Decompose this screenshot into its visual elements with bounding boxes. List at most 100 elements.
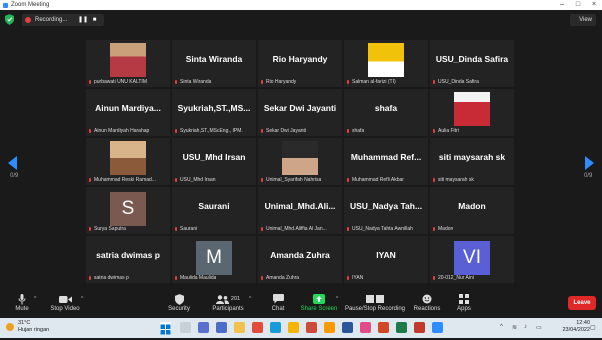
leave-button[interactable]: Leave xyxy=(568,296,596,310)
muted-microphone-icon xyxy=(432,226,436,232)
audio-options-chevron-icon[interactable]: ^ xyxy=(34,296,36,302)
participant-tile[interactable]: Unimal_Mhd.Ali... Unimal_Mhd.Aliffia Al J… xyxy=(258,187,342,234)
share-options-chevron-icon[interactable]: ^ xyxy=(336,296,338,302)
participant-tile[interactable]: Saurani Saurani xyxy=(172,187,256,234)
weather-widget[interactable]: 31°C Hujan ringan xyxy=(6,320,49,334)
file-explorer-icon[interactable] xyxy=(234,322,245,333)
participant-tile[interactable]: Sinta Wiranda Sinta Wiranda xyxy=(172,40,256,87)
participant-name-label: Surya Saputra xyxy=(88,226,126,232)
participant-tile[interactable]: VI 20-012_Nur Aini xyxy=(430,236,514,283)
participant-tile[interactable]: Salman al-farizi (TI) xyxy=(344,40,428,87)
share-screen-button[interactable]: Share Screen xyxy=(297,292,341,316)
participant-name-text: IYAN xyxy=(352,275,364,281)
recording-indicator: Recording... ❚❚ ■ xyxy=(22,14,104,26)
chat-bubble-icon xyxy=(272,294,284,304)
previous-page-arrow-icon[interactable] xyxy=(8,156,18,170)
apps-button[interactable]: Apps xyxy=(442,292,486,316)
participant-tile[interactable]: M Maulida Maulida xyxy=(172,236,256,283)
pause-stop-recording-button[interactable]: Pause/Stop Recording xyxy=(340,292,410,316)
minimize-icon[interactable]: – xyxy=(554,0,570,10)
participant-name-label: Sinta Wiranda xyxy=(174,79,211,85)
mute-button[interactable]: Mute xyxy=(0,292,44,316)
participant-tile[interactable]: Muhammad Reski Ramad... xyxy=(86,138,170,185)
participant-name-text: Sinta Wiranda xyxy=(180,79,212,85)
apps-label: Apps xyxy=(457,306,471,312)
participant-tile[interactable]: Muhammad Ref... Muhammad Refli Akbar xyxy=(344,138,428,185)
stop-video-label: Stop Video xyxy=(50,306,80,312)
close-icon[interactable]: × xyxy=(586,0,602,10)
muted-microphone-icon xyxy=(88,275,92,281)
participant-display-name: satria dwimas p xyxy=(96,250,160,260)
teams-chat-icon[interactable] xyxy=(216,322,227,333)
excel-icon[interactable] xyxy=(396,322,407,333)
participant-name-label: Maulida Maulida xyxy=(174,275,216,281)
zoom-logo-icon xyxy=(3,2,8,8)
participant-tile[interactable]: Aulia Fitri xyxy=(430,89,514,136)
battery-icon[interactable]: ▭ xyxy=(536,324,542,331)
participant-tile[interactable]: Syukriah,ST.,MS... Syukriah,ST.,MScEng., … xyxy=(172,89,256,136)
app-icon-orange[interactable] xyxy=(306,322,317,333)
participant-tile[interactable]: IYAN IYAN xyxy=(344,236,428,283)
pause-recording-icon[interactable]: ❚❚ xyxy=(78,16,88,24)
participant-name-text: Rio Haryandy xyxy=(266,79,297,85)
security-button[interactable]: Security xyxy=(157,292,201,316)
participant-tile[interactable]: siti maysarah sk siti maysarah sk xyxy=(430,138,514,185)
muted-microphone-icon xyxy=(432,275,436,281)
participant-tile[interactable]: Sekar Dwi Jayanti Sekar Dwi Jayanti xyxy=(258,89,342,136)
zoom-taskbar-icon[interactable] xyxy=(432,322,443,333)
participant-tile[interactable]: shafa shafa xyxy=(344,89,428,136)
participant-tile[interactable]: USU_Dinda Safira USU_Dinda Safira xyxy=(430,40,514,87)
muted-microphone-icon xyxy=(174,128,178,134)
participant-name-text: Sekar Dwi Jayanti xyxy=(266,128,307,134)
participant-name-label: satria dwimas p xyxy=(88,275,129,281)
participant-tile[interactable]: S Surya Saputra xyxy=(86,187,170,234)
muted-microphone-icon xyxy=(260,275,264,281)
participant-tile[interactable]: Ainun Mardiya... Ainun Mardiyah Harahap xyxy=(86,89,170,136)
participant-name-label: purbawati UNU KALTIM xyxy=(88,79,147,85)
word-icon[interactable] xyxy=(342,322,353,333)
participant-tile[interactable]: purbawati UNU KALTIM xyxy=(86,40,170,87)
tray-overflow-chevron-icon[interactable]: ^ xyxy=(500,324,503,330)
system-clock[interactable]: 12:40 23/04/2022 xyxy=(562,320,590,334)
participants-options-chevron-icon[interactable]: ^ xyxy=(249,296,251,302)
participant-tile[interactable]: USU_Mhd Irsan USU_Mhd Irsan xyxy=(172,138,256,185)
participant-name-label: Amanda Zuhra xyxy=(260,275,299,281)
powerpoint-icon[interactable] xyxy=(378,322,389,333)
search-icon[interactable] xyxy=(180,322,191,333)
participant-tile[interactable]: USU_Nadya Tah... USU_Nadya Tahta Awnillah xyxy=(344,187,428,234)
participant-avatar: M xyxy=(196,241,232,275)
participants-button[interactable]: 201 Participants xyxy=(206,292,250,316)
participant-tile[interactable]: Amanda Zuhra Amanda Zuhra xyxy=(258,236,342,283)
chat-button[interactable]: Chat xyxy=(256,292,300,316)
app-icon-red[interactable] xyxy=(252,322,263,333)
app-icon-pink[interactable] xyxy=(360,322,371,333)
windows-start-icon[interactable] xyxy=(160,322,171,335)
maximize-icon[interactable]: □ xyxy=(570,0,586,10)
weather-sun-icon xyxy=(6,323,14,331)
participant-name-label: Unimal_Syarifah Nahrisa xyxy=(260,177,321,183)
amazon-icon[interactable] xyxy=(324,322,335,333)
clock-date: 23/04/2022 xyxy=(562,327,590,333)
encryption-shield-icon[interactable] xyxy=(5,14,14,25)
task-view-icon[interactable] xyxy=(198,322,209,333)
edge-browser-icon[interactable] xyxy=(270,322,281,333)
participant-video-thumbnail xyxy=(110,141,146,175)
participant-name-text: shafa xyxy=(352,128,365,134)
participant-tile[interactable]: Rio Haryandy Rio Haryandy xyxy=(258,40,342,87)
volume-icon[interactable]: ♪ xyxy=(524,324,527,330)
app-icon-dark-red[interactable] xyxy=(414,322,425,333)
video-options-chevron-icon[interactable]: ^ xyxy=(81,296,83,302)
participant-tile[interactable]: satria dwimas p satria dwimas p xyxy=(86,236,170,283)
meeting-topbar: Recording... ❚❚ ■ View xyxy=(0,10,602,30)
participant-tile[interactable]: Unimal_Syarifah Nahrisa xyxy=(258,138,342,185)
notification-icon[interactable]: ▢ xyxy=(590,324,596,331)
wifi-icon[interactable]: ≋ xyxy=(512,324,517,331)
muted-microphone-icon xyxy=(88,226,92,232)
participant-tile[interactable]: Madon Madon xyxy=(430,187,514,234)
next-page-arrow-icon[interactable] xyxy=(584,156,594,170)
window-titlebar: Zoom Meeting – □ × xyxy=(0,0,602,10)
view-button[interactable]: View xyxy=(570,14,596,26)
chrome-browser-icon[interactable] xyxy=(288,322,299,333)
stop-recording-icon[interactable]: ■ xyxy=(90,16,99,24)
participant-name-label: Unimal_Mhd.Aliffia Al Jan... xyxy=(260,226,327,232)
